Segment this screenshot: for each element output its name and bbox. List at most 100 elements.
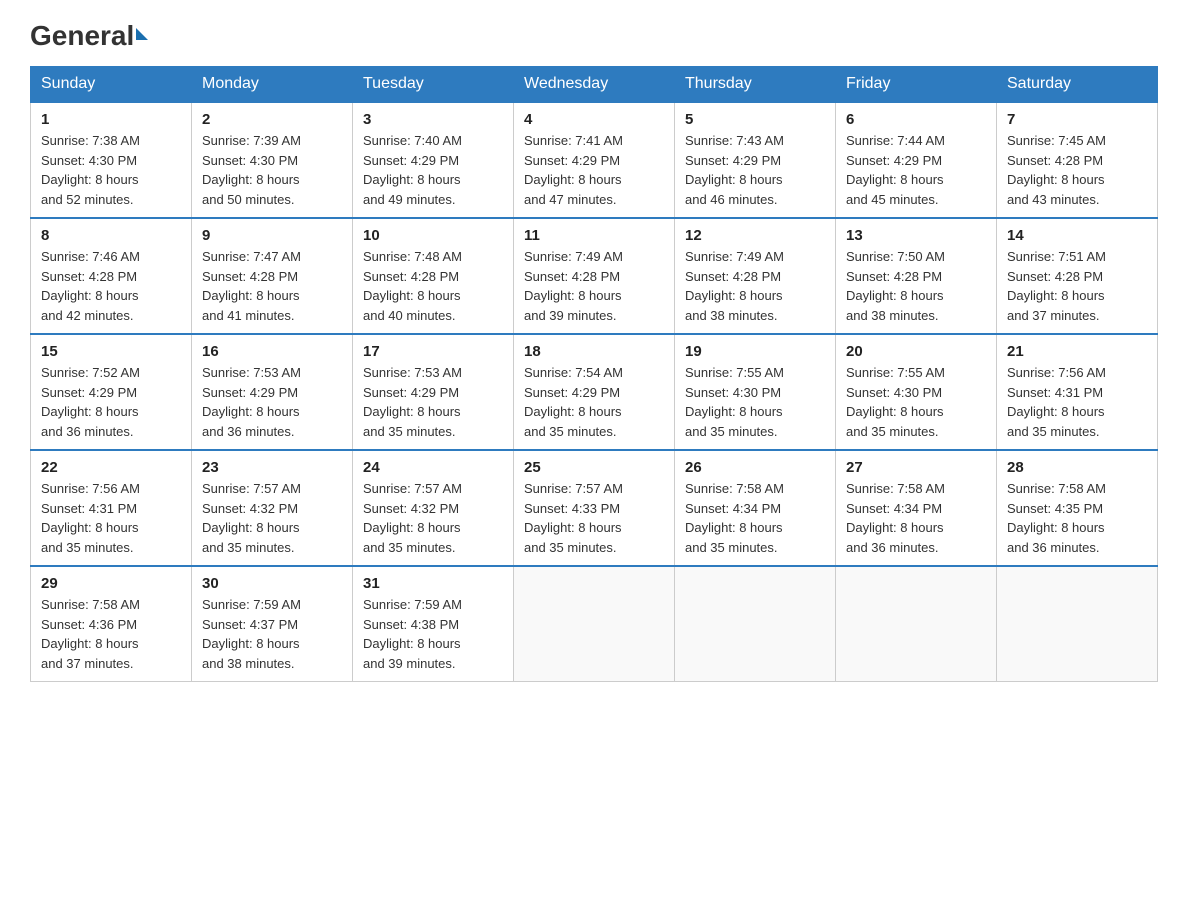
week-row-3: 15Sunrise: 7:52 AMSunset: 4:29 PMDayligh…: [31, 334, 1158, 450]
logo-general: General: [30, 20, 134, 52]
calendar-cell: 29 Sunrise: 7:58 AMSunset: 4:36 PMDayligh…: [31, 566, 192, 682]
calendar-cell: 24 Sunrise: 7:57 AMSunset: 4:32 PMDayligh…: [353, 450, 514, 566]
day-number: 5: [685, 111, 825, 128]
week-row-2: 8 Sunrise: 7:46 AMSunset: 4:28 PMDaylight…: [31, 218, 1158, 334]
week-row-5: 29 Sunrise: 7:58 AMSunset: 4:36 PMDayligh…: [31, 566, 1158, 682]
week-row-1: 1 Sunrise: 7:38 AMSunset: 4:30 PMDaylight…: [31, 102, 1158, 218]
calendar-header-row: SundayMondayTuesdayWednesdayThursdayFrid…: [31, 67, 1158, 103]
column-header-friday: Friday: [836, 67, 997, 103]
calendar-cell: 27 Sunrise: 7:58 AMSunset: 4:34 PMDayligh…: [836, 450, 997, 566]
day-number: 20: [846, 343, 986, 360]
logo-triangle-icon: [136, 28, 148, 40]
day-info: Sunrise: 7:39 AMSunset: 4:30 PMDaylight:…: [202, 131, 342, 209]
day-info: Sunrise: 7:57 AMSunset: 4:33 PMDaylight:…: [524, 479, 664, 557]
calendar-cell: 1 Sunrise: 7:38 AMSunset: 4:30 PMDaylight…: [31, 102, 192, 218]
calendar-cell: 19 Sunrise: 7:55 AMSunset: 4:30 PMDayligh…: [675, 334, 836, 450]
calendar-cell: 12 Sunrise: 7:49 AMSunset: 4:28 PMDayligh…: [675, 218, 836, 334]
page-header: General: [30, 20, 1158, 48]
day-info: Sunrise: 7:45 AMSunset: 4:28 PMDaylight:…: [1007, 131, 1147, 209]
calendar-cell: 31 Sunrise: 7:59 AMSunset: 4:38 PMDayligh…: [353, 566, 514, 682]
calendar-cell: 26Sunrise: 7:58 AMSunset: 4:34 PMDayligh…: [675, 450, 836, 566]
column-header-tuesday: Tuesday: [353, 67, 514, 103]
day-number: 2: [202, 111, 342, 128]
week-row-4: 22Sunrise: 7:56 AMSunset: 4:31 PMDayligh…: [31, 450, 1158, 566]
day-info: Sunrise: 7:59 AMSunset: 4:37 PMDaylight:…: [202, 595, 342, 673]
day-info: Sunrise: 7:58 AMSunset: 4:36 PMDaylight:…: [41, 595, 181, 673]
day-info: Sunrise: 7:54 AMSunset: 4:29 PMDaylight:…: [524, 363, 664, 441]
day-number: 27: [846, 459, 986, 476]
day-number: 7: [1007, 111, 1147, 128]
day-number: 10: [363, 227, 503, 244]
day-number: 29: [41, 575, 181, 592]
calendar-cell: 23Sunrise: 7:57 AMSunset: 4:32 PMDayligh…: [192, 450, 353, 566]
calendar-cell: [514, 566, 675, 682]
calendar-cell: [836, 566, 997, 682]
day-number: 6: [846, 111, 986, 128]
calendar-cell: 13Sunrise: 7:50 AMSunset: 4:28 PMDayligh…: [836, 218, 997, 334]
column-header-saturday: Saturday: [997, 67, 1158, 103]
day-number: 1: [41, 111, 181, 128]
day-info: Sunrise: 7:57 AMSunset: 4:32 PMDaylight:…: [202, 479, 342, 557]
day-info: Sunrise: 7:50 AMSunset: 4:28 PMDaylight:…: [846, 247, 986, 325]
column-header-wednesday: Wednesday: [514, 67, 675, 103]
day-info: Sunrise: 7:55 AMSunset: 4:30 PMDaylight:…: [846, 363, 986, 441]
day-info: Sunrise: 7:38 AMSunset: 4:30 PMDaylight:…: [41, 131, 181, 209]
day-info: Sunrise: 7:58 AMSunset: 4:34 PMDaylight:…: [846, 479, 986, 557]
day-info: Sunrise: 7:58 AMSunset: 4:35 PMDaylight:…: [1007, 479, 1147, 557]
calendar-cell: 4 Sunrise: 7:41 AMSunset: 4:29 PMDaylight…: [514, 102, 675, 218]
calendar-cell: 3 Sunrise: 7:40 AMSunset: 4:29 PMDaylight…: [353, 102, 514, 218]
day-number: 9: [202, 227, 342, 244]
day-info: Sunrise: 7:55 AMSunset: 4:30 PMDaylight:…: [685, 363, 825, 441]
day-info: Sunrise: 7:58 AMSunset: 4:34 PMDaylight:…: [685, 479, 825, 557]
day-info: Sunrise: 7:57 AMSunset: 4:32 PMDaylight:…: [363, 479, 503, 557]
day-info: Sunrise: 7:51 AMSunset: 4:28 PMDaylight:…: [1007, 247, 1147, 325]
calendar-cell: 28 Sunrise: 7:58 AMSunset: 4:35 PMDayligh…: [997, 450, 1158, 566]
day-number: 11: [524, 227, 664, 244]
calendar-cell: 6 Sunrise: 7:44 AMSunset: 4:29 PMDaylight…: [836, 102, 997, 218]
day-info: Sunrise: 7:40 AMSunset: 4:29 PMDaylight:…: [363, 131, 503, 209]
day-info: Sunrise: 7:56 AMSunset: 4:31 PMDaylight:…: [1007, 363, 1147, 441]
day-number: 3: [363, 111, 503, 128]
calendar-cell: 8 Sunrise: 7:46 AMSunset: 4:28 PMDaylight…: [31, 218, 192, 334]
calendar-cell: 14Sunrise: 7:51 AMSunset: 4:28 PMDayligh…: [997, 218, 1158, 334]
calendar-cell: 22Sunrise: 7:56 AMSunset: 4:31 PMDayligh…: [31, 450, 192, 566]
calendar-cell: 16 Sunrise: 7:53 AMSunset: 4:29 PMDayligh…: [192, 334, 353, 450]
calendar-cell: 2 Sunrise: 7:39 AMSunset: 4:30 PMDaylight…: [192, 102, 353, 218]
day-info: Sunrise: 7:49 AMSunset: 4:28 PMDaylight:…: [685, 247, 825, 325]
day-number: 31: [363, 575, 503, 592]
day-number: 21: [1007, 343, 1147, 360]
day-number: 19: [685, 343, 825, 360]
calendar-cell: 30Sunrise: 7:59 AMSunset: 4:37 PMDayligh…: [192, 566, 353, 682]
column-header-monday: Monday: [192, 67, 353, 103]
calendar-cell: 21 Sunrise: 7:56 AMSunset: 4:31 PMDayligh…: [997, 334, 1158, 450]
column-header-sunday: Sunday: [31, 67, 192, 103]
calendar-cell: 18Sunrise: 7:54 AMSunset: 4:29 PMDayligh…: [514, 334, 675, 450]
column-header-thursday: Thursday: [675, 67, 836, 103]
day-number: 28: [1007, 459, 1147, 476]
day-number: 17: [363, 343, 503, 360]
calendar-cell: 25 Sunrise: 7:57 AMSunset: 4:33 PMDayligh…: [514, 450, 675, 566]
day-info: Sunrise: 7:53 AMSunset: 4:29 PMDaylight:…: [202, 363, 342, 441]
calendar-table: SundayMondayTuesdayWednesdayThursdayFrid…: [30, 66, 1158, 682]
day-info: Sunrise: 7:59 AMSunset: 4:38 PMDaylight:…: [363, 595, 503, 673]
day-info: Sunrise: 7:53 AMSunset: 4:29 PMDaylight:…: [363, 363, 503, 441]
calendar-cell: 5Sunrise: 7:43 AMSunset: 4:29 PMDaylight…: [675, 102, 836, 218]
calendar-cell: 11Sunrise: 7:49 AMSunset: 4:28 PMDayligh…: [514, 218, 675, 334]
day-number: 12: [685, 227, 825, 244]
day-number: 22: [41, 459, 181, 476]
calendar-cell: 10 Sunrise: 7:48 AMSunset: 4:28 PMDayligh…: [353, 218, 514, 334]
day-number: 4: [524, 111, 664, 128]
day-info: Sunrise: 7:44 AMSunset: 4:29 PMDaylight:…: [846, 131, 986, 209]
calendar-cell: 7 Sunrise: 7:45 AMSunset: 4:28 PMDaylight…: [997, 102, 1158, 218]
day-number: 16: [202, 343, 342, 360]
day-info: Sunrise: 7:46 AMSunset: 4:28 PMDaylight:…: [41, 247, 181, 325]
day-number: 8: [41, 227, 181, 244]
day-number: 25: [524, 459, 664, 476]
calendar-cell: 17 Sunrise: 7:53 AMSunset: 4:29 PMDayligh…: [353, 334, 514, 450]
day-number: 24: [363, 459, 503, 476]
logo: General: [30, 20, 148, 48]
day-info: Sunrise: 7:41 AMSunset: 4:29 PMDaylight:…: [524, 131, 664, 209]
day-info: Sunrise: 7:48 AMSunset: 4:28 PMDaylight:…: [363, 247, 503, 325]
calendar-cell: 20 Sunrise: 7:55 AMSunset: 4:30 PMDayligh…: [836, 334, 997, 450]
calendar-cell: 15Sunrise: 7:52 AMSunset: 4:29 PMDayligh…: [31, 334, 192, 450]
